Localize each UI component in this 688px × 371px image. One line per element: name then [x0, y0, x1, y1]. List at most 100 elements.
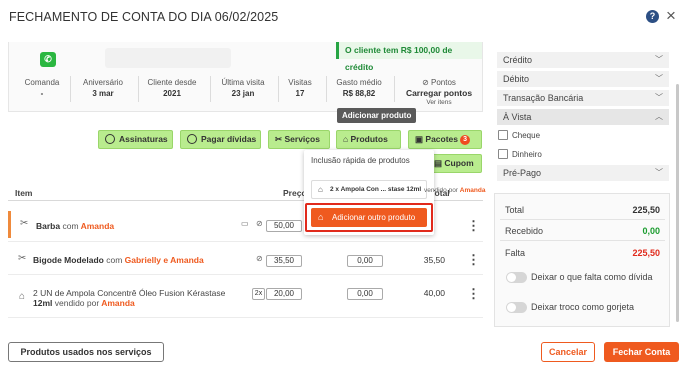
stat-label-gasto-medio: Gasto médio [336, 78, 382, 87]
ticket-icon: ▤ [434, 158, 445, 168]
credit-banner: O cliente tem R$ 100,00 de crédito [336, 42, 482, 72]
divider [210, 76, 211, 102]
view-items-link[interactable]: Ver itens [398, 99, 480, 106]
chevron-down-icon: ﹀ [655, 55, 663, 64]
leave-as-debt-toggle[interactable] [506, 272, 527, 283]
services-label: Serviços [284, 134, 320, 144]
price-input[interactable]: 50,00 [266, 220, 302, 232]
check-circle-icon [105, 134, 115, 144]
add-product-tooltip: Adicionar produto [337, 108, 417, 123]
products-button[interactable]: ⌂ Produtos [336, 130, 401, 149]
professional-link[interactable]: Gabrielly e Amanda [125, 255, 204, 265]
item-connector: com [106, 255, 123, 265]
quick-product-item[interactable]: 2 x Ampola Con ... stase 12ml [311, 180, 427, 199]
item-name: Bigode Modelado [33, 255, 104, 265]
scissors-icon: ✂ [18, 253, 27, 264]
stat-label-aniversario: Aniversário [82, 78, 123, 87]
item-name: Barba [36, 221, 61, 231]
stat-label-ultima-visita: Última visita [221, 78, 265, 87]
price-input[interactable]: 35,50 [266, 255, 302, 267]
total-label: Total [505, 205, 525, 215]
table-row: 2 UN de Ampola Concentrê Óleo Fusion Kér… [33, 288, 225, 298]
received-label: Recebido [505, 226, 544, 236]
professional-link[interactable]: Amanda [81, 221, 115, 231]
dollar-circle-icon [187, 134, 197, 144]
change-as-tip-label: Deixar troco como gorjeta [531, 302, 635, 312]
payment-method-debito[interactable]: Débito ﹀ [497, 71, 669, 87]
payment-method-label: Crédito [503, 55, 533, 65]
price-input[interactable]: 20,00 [266, 288, 302, 300]
tag-icon[interactable]: ⊘ [256, 219, 263, 228]
missing-label: Falta [505, 248, 526, 258]
close-account-button[interactable]: Fechar Conta [604, 342, 679, 362]
page-title: FECHAMENTO DE CONTA DO DIA 06/02/2025 [9, 10, 279, 24]
bottle-icon: ⌂ [318, 185, 323, 194]
stat-value-comanda: - [40, 89, 44, 98]
divider [326, 76, 327, 102]
chevron-up-icon: ︿ [655, 112, 663, 121]
checkbox[interactable] [498, 130, 508, 140]
packages-button[interactable]: ▣ Pacotes 3 [408, 130, 482, 149]
row-menu-icon[interactable]: ⋮ [467, 287, 480, 300]
payment-method-pre-pago[interactable]: Pré-Pago ﹀ [497, 165, 669, 181]
products-label: Produtos [350, 134, 388, 144]
pay-debts-button[interactable]: Pagar dívidas [180, 130, 261, 149]
divider [500, 240, 665, 241]
stat-value-ultima-visita: 23 jan [231, 89, 255, 98]
checkbox-dinheiro[interactable]: Dinheiro [498, 149, 542, 159]
item-qty-text: 2 UN de Ampola Concentrê Óleo Fusion Kér… [33, 288, 226, 298]
column-header-item: Item [15, 188, 33, 198]
item-name: 12ml [33, 298, 53, 308]
row-menu-icon[interactable]: ⋮ [467, 253, 480, 266]
products-used-button[interactable]: Produtos usados nos serviços [8, 342, 164, 362]
stat-value-gasto-medio: R$ 88,82 [342, 89, 376, 98]
stat-value-visitas: 17 [295, 89, 305, 98]
quantity-input[interactable]: 2x [252, 288, 265, 300]
divider [500, 219, 665, 220]
package-icon: ▣ [415, 134, 426, 144]
seller-prefix: vendido por [424, 187, 458, 194]
coupon-label: Cupom [444, 158, 474, 168]
points-label: Pontos [431, 78, 456, 87]
checkbox[interactable] [498, 149, 508, 159]
discount-input[interactable]: 0,00 [347, 255, 383, 267]
discount-input[interactable]: 0,00 [347, 288, 383, 300]
help-icon[interactable]: ? [646, 10, 659, 23]
stat-label-comanda: Comanda [24, 78, 60, 87]
cancel-button[interactable]: Cancelar [541, 342, 595, 362]
highlight-box [305, 203, 433, 232]
row-menu-icon[interactable]: ⋮ [467, 219, 480, 232]
received-value: 0,00 [642, 226, 660, 236]
divider [8, 241, 483, 242]
close-icon[interactable]: × [666, 6, 676, 26]
coupon-button[interactable]: ▤ Cupom [429, 154, 482, 173]
tag-icon[interactable]: ⊘ [256, 254, 263, 263]
stat-label-cliente-desde: Cliente desde [147, 78, 197, 87]
divider [394, 76, 395, 102]
payment-method-transacao[interactable]: Transação Bancária ﹀ [497, 90, 669, 106]
payment-method-avista[interactable]: À Vista ︿ [497, 109, 669, 125]
stat-label-visitas: Visitas [288, 78, 312, 87]
checkbox-cheque[interactable]: Cheque [498, 130, 540, 140]
row-highlight-bar [8, 211, 11, 238]
leave-as-debt-label: Deixar o que falta como dívida [531, 272, 653, 282]
payment-method-label: Débito [503, 74, 530, 84]
points-icon: ⊘ [422, 78, 432, 87]
divider [70, 76, 71, 102]
scissors-icon: ✂ [20, 218, 29, 229]
calendar-icon[interactable]: ▭ [241, 219, 249, 228]
quick-product-label: 2 x Ampola Con ... stase 12ml [330, 186, 422, 193]
professional-link[interactable]: Amanda [101, 298, 135, 308]
scrollbar[interactable] [676, 84, 679, 322]
change-as-tip-toggle[interactable] [506, 302, 527, 313]
stat-label-pontos: ⊘ Pontos [398, 78, 480, 87]
whatsapp-icon[interactable]: ✆ [40, 52, 56, 67]
load-points-button[interactable]: Carregar pontos [398, 88, 480, 98]
services-button[interactable]: ✂ Serviços [268, 130, 330, 149]
checkbox-label: Dinheiro [512, 150, 542, 159]
subscriptions-button[interactable]: Assinaturas [98, 130, 173, 149]
chevron-down-icon: ﹀ [655, 168, 663, 177]
payment-method-credito[interactable]: Crédito ﹀ [497, 52, 669, 68]
subscriptions-label: Assinaturas [119, 134, 168, 144]
item-connector: vendido por [54, 298, 100, 308]
